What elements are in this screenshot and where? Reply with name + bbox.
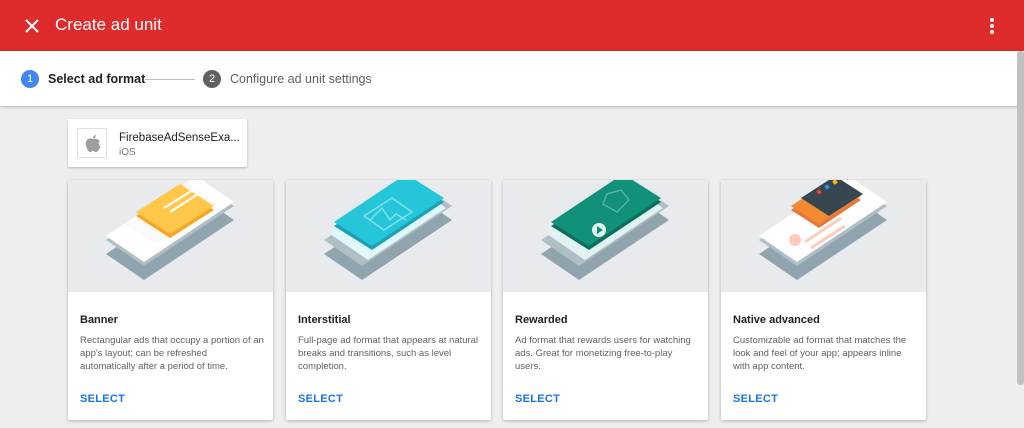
stepper: 1 Select ad format 2 Configure ad unit s… [0, 51, 1020, 106]
select-rewarded-button[interactable]: SELECT [515, 393, 560, 405]
card-description: Ad format that rewards users for watchin… [515, 335, 691, 372]
step-2-label[interactable]: Configure ad unit settings [230, 72, 372, 87]
select-banner-button[interactable]: SELECT [80, 393, 125, 405]
app-icon-box [77, 128, 107, 158]
format-card-interstitial[interactable]: Interstitial Full-page ad format that ap… [286, 180, 491, 420]
page-title: Create ad unit [55, 15, 162, 34]
select-interstitial-button[interactable]: SELECT [298, 393, 343, 405]
app-platform: iOS [119, 147, 136, 158]
app-name: FirebaseAdSenseExa... [119, 132, 240, 144]
close-icon[interactable] [20, 14, 44, 38]
card-description: Customizable ad format that matches the … [733, 335, 907, 372]
select-native-advanced-button[interactable]: SELECT [733, 393, 778, 405]
app-selector[interactable]: FirebaseAdSenseExa... iOS [68, 119, 247, 167]
more-vert-icon[interactable] [980, 14, 1004, 38]
native-advanced-illustration [721, 180, 926, 292]
apple-icon [85, 135, 101, 152]
rewarded-illustration [503, 180, 708, 292]
banner-illustration [68, 180, 273, 292]
top-app-bar: Create ad unit [0, 0, 1024, 51]
card-title: Native advanced [733, 314, 820, 326]
card-title: Interstitial [298, 314, 351, 326]
card-title: Rewarded [515, 314, 568, 326]
card-title: Banner [80, 314, 118, 326]
format-card-native-advanced[interactable]: Native advanced Customizable ad format t… [721, 180, 926, 420]
step-1-label[interactable]: Select ad format [48, 72, 145, 87]
step-1-number[interactable]: 1 [21, 70, 39, 88]
interstitial-illustration [286, 180, 491, 292]
format-card-banner[interactable]: Banner Rectangular ads that occupy a por… [68, 180, 273, 420]
format-card-rewarded[interactable]: Rewarded Ad format that rewards users fo… [503, 180, 708, 420]
step-2-number[interactable]: 2 [203, 70, 221, 88]
card-description: Full-page ad format that appears at natu… [298, 335, 479, 372]
card-description: Rectangular ads that occupy a portion of… [80, 335, 264, 372]
scrollbar[interactable] [1017, 51, 1024, 385]
step-connector [145, 79, 195, 80]
